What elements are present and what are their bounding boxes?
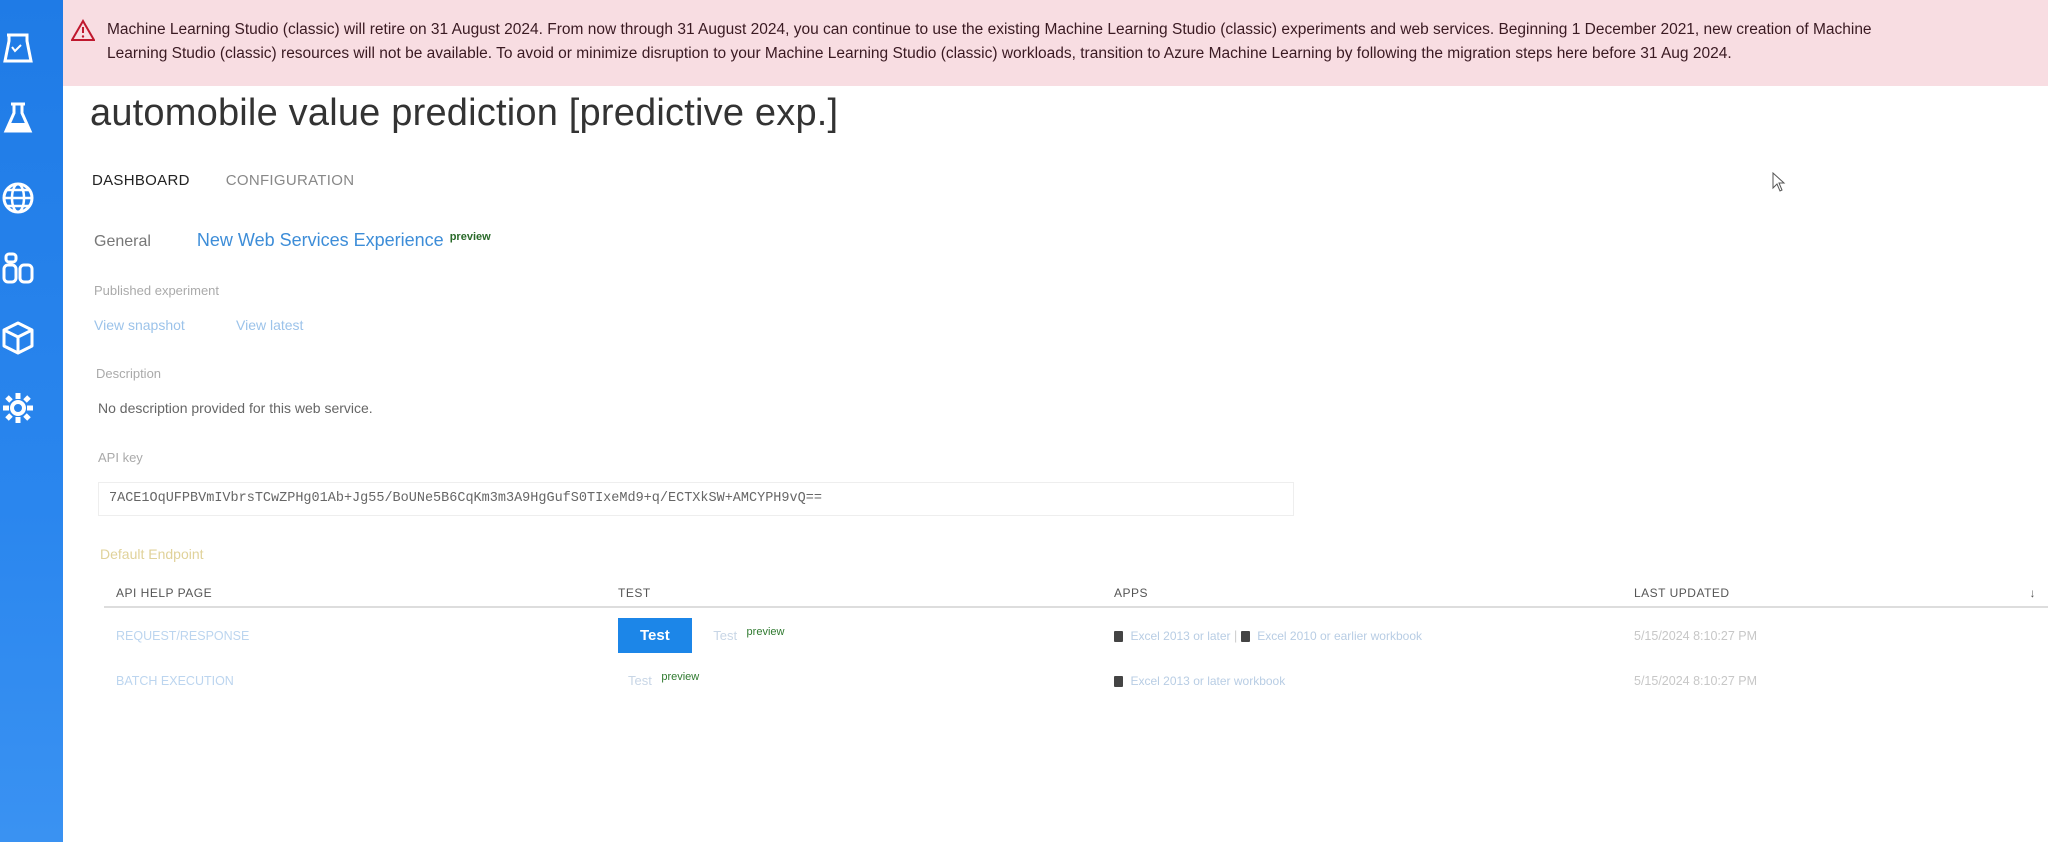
- tab-bar: DASHBOARD CONFIGURATION: [92, 172, 354, 189]
- table-header-row: API HELP PAGE TEST APPS LAST UPDATED ↓: [104, 580, 2048, 608]
- tab-configuration[interactable]: CONFIGURATION: [226, 172, 355, 189]
- default-endpoint-label: Default Endpoint: [100, 546, 204, 562]
- excel-2010-link[interactable]: Excel 2010 or earlier workbook: [1257, 629, 1422, 643]
- banner-line-2: Learning Studio (classic) resources will…: [107, 45, 1732, 62]
- preview-badge: preview: [661, 671, 700, 683]
- endpoints-table: API HELP PAGE TEST APPS LAST UPDATED ↓ R…: [104, 580, 2048, 698]
- batch-execution-link[interactable]: BATCH EXECUTION: [116, 674, 234, 688]
- new-web-services-experience-link[interactable]: New Web Services Experience: [197, 230, 444, 251]
- description-label: Description: [96, 366, 162, 381]
- header-apps: APPS: [1102, 580, 1622, 608]
- left-nav: [0, 0, 63, 842]
- datasets-icon[interactable]: [0, 246, 36, 290]
- experiments-icon[interactable]: [0, 26, 36, 70]
- excel-icon: [1114, 630, 1123, 642]
- banner-message: Machine Learning Studio (classic) will r…: [107, 18, 2048, 66]
- description-text: No description provided for this web ser…: [98, 400, 373, 416]
- table-row: REQUEST/RESPONSE Test Test preview Excel…: [104, 607, 2048, 663]
- warning-triangle-icon: [70, 19, 96, 46]
- page-title: automobile value prediction [predictive …: [90, 92, 839, 134]
- published-experiment-label: Published experiment: [94, 283, 220, 298]
- globe-icon[interactable]: [0, 176, 36, 220]
- subnav: General New Web Services Experience prev…: [94, 230, 491, 251]
- view-latest-link[interactable]: View latest: [236, 317, 303, 333]
- excel-2013-link[interactable]: Excel 2013 or later: [1130, 629, 1230, 643]
- gear-icon[interactable]: [0, 386, 36, 430]
- retirement-banner: Machine Learning Studio (classic) will r…: [63, 0, 2048, 86]
- last-updated-value: 5/15/2024 8:10:27 PM: [1634, 628, 1758, 643]
- view-snapshot-link[interactable]: View snapshot: [94, 317, 185, 333]
- excel-icon: [1114, 675, 1123, 687]
- test-preview-link[interactable]: Test: [713, 628, 737, 643]
- tab-dashboard[interactable]: DASHBOARD: [92, 172, 190, 189]
- preview-badge: preview: [746, 626, 785, 638]
- last-updated-value: 5/15/2024 8:10:27 PM: [1634, 673, 1758, 688]
- flask-icon[interactable]: [0, 96, 36, 140]
- api-key-field[interactable]: 7ACE1OqUFPBVmIVbrsTCwZPHg01Ab+Jg55/BoUNe…: [98, 482, 1294, 516]
- header-test: TEST: [606, 580, 1102, 608]
- test-button[interactable]: Test: [618, 618, 692, 653]
- banner-line-1: Machine Learning Studio (classic) will r…: [107, 21, 1872, 38]
- mouse-cursor-icon: [1772, 171, 1786, 197]
- header-last-updated[interactable]: LAST UPDATED ↓: [1622, 580, 2048, 608]
- excel-icon: [1240, 630, 1250, 642]
- excel-2013-workbook-link[interactable]: Excel 2013 or later workbook: [1130, 674, 1285, 688]
- table-row: BATCH EXECUTION Test preview Excel 2013 …: [104, 663, 2048, 698]
- request-response-link[interactable]: REQUEST/RESPONSE: [116, 629, 249, 643]
- general-link[interactable]: General: [94, 233, 151, 251]
- header-last-updated-label: LAST UPDATED: [1634, 586, 1730, 600]
- test-preview-link[interactable]: Test: [628, 673, 652, 688]
- cube-icon[interactable]: [0, 316, 36, 360]
- api-key-label: API key: [98, 450, 143, 465]
- header-api-help-page: API HELP PAGE: [104, 580, 606, 608]
- sort-down-arrow-icon[interactable]: ↓: [2030, 586, 2037, 600]
- preview-badge: preview: [449, 231, 491, 243]
